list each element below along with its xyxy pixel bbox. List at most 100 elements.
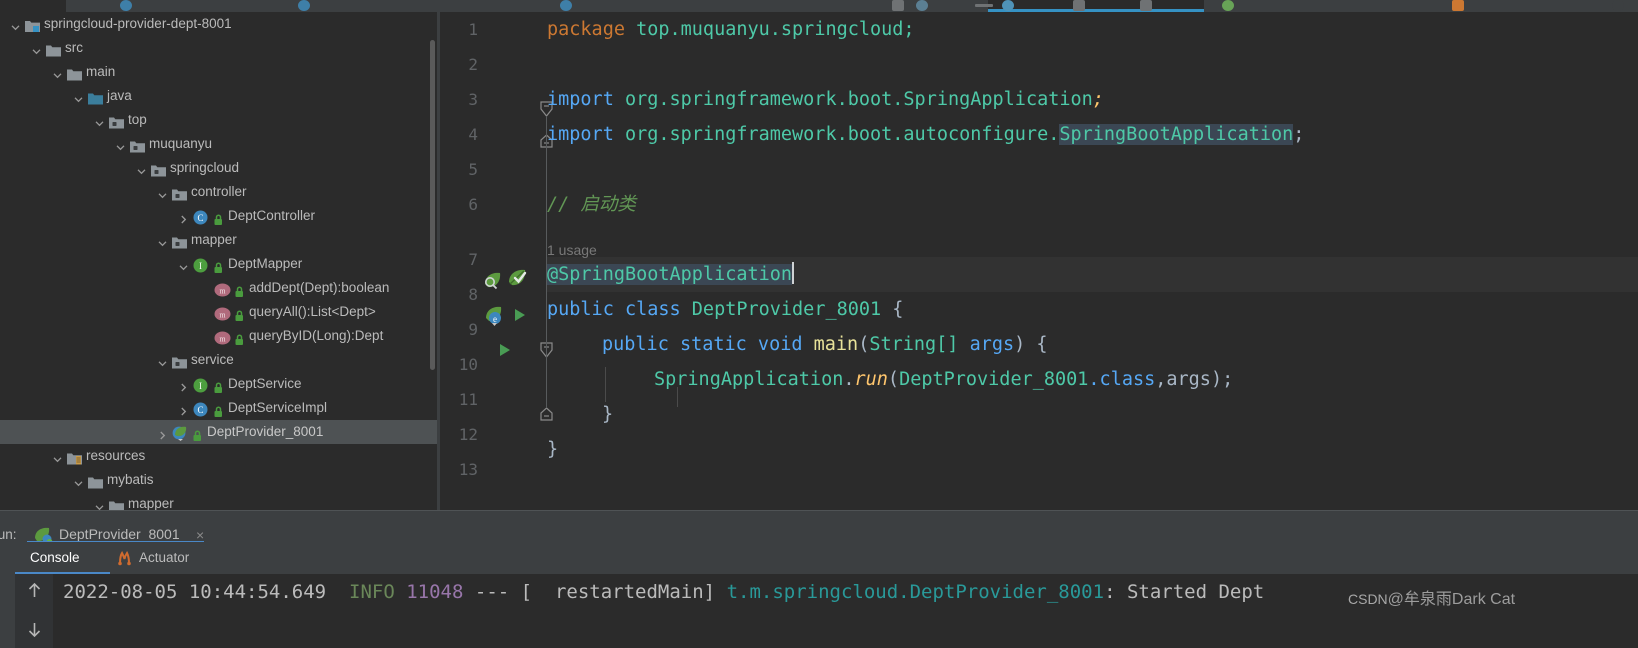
chevron-down-icon[interactable] — [71, 468, 85, 492]
tree-item-mapper[interactable]: mapper — [0, 492, 437, 510]
chevron-down-icon[interactable] — [8, 12, 22, 36]
tree-item-top[interactable]: top — [0, 108, 437, 132]
code-editor[interactable]: 1 2 3 4 5 6 7 8 9 10 11 12 13 e package … — [440, 12, 1638, 510]
chevron-down-icon[interactable] — [50, 60, 64, 84]
class-icon: C — [193, 209, 208, 225]
tree-item-deptmapper[interactable]: I DeptMapper — [0, 252, 437, 276]
tree-item-deptserviceimpl[interactable]: C DeptServiceImpl — [0, 396, 437, 420]
spring-boot-run-icon[interactable]: e — [484, 305, 505, 326]
line-number: 9 — [468, 320, 478, 339]
code-line-8: public class DeptProvider_8001 { — [547, 299, 904, 320]
console-gutter — [15, 574, 53, 648]
svg-text:I: I — [199, 261, 202, 271]
tree-item-label: DeptServiceImpl — [228, 400, 328, 415]
tree-item-muquanyu[interactable]: muquanyu — [0, 132, 437, 156]
tree-item-resources[interactable]: resources — [0, 444, 437, 468]
run-tool-window[interactable]: Run: DeptProvider_8001 × Console Actuato… — [0, 510, 1638, 648]
chevron-down-icon[interactable] — [134, 156, 148, 180]
chevron-down-icon[interactable] — [29, 36, 43, 60]
tree-item-mybatis[interactable]: mybatis — [0, 468, 437, 492]
line-number: 5 — [468, 160, 478, 179]
chevron-down-icon[interactable] — [155, 348, 169, 372]
class-icon: C — [193, 401, 208, 417]
code-line-9: public static void main(String[] args) { — [602, 334, 1048, 355]
chevron-right-icon[interactable] — [155, 420, 169, 444]
run-play-icon-line8[interactable] — [512, 307, 528, 323]
settings-gear-icon[interactable] — [916, 0, 928, 11]
code-line-11: } — [602, 404, 614, 425]
svg-text:e: e — [493, 314, 497, 324]
minimize-icon[interactable] — [975, 4, 993, 7]
collapse-all-icon[interactable] — [1073, 0, 1085, 11]
chevron-down-icon[interactable] — [50, 444, 64, 468]
editor-gutter[interactable]: 1 2 3 4 5 6 7 8 9 10 11 12 13 e — [440, 12, 553, 510]
folder-icon — [109, 497, 124, 510]
pin-icon[interactable] — [1140, 0, 1152, 11]
code-line-3: import org.springframework.boot.SpringAp… — [547, 89, 1104, 110]
tree-item-controller[interactable]: controller — [0, 180, 437, 204]
chevron-right-icon[interactable] — [176, 372, 190, 396]
tree-scrollbar[interactable] — [430, 40, 435, 370]
anchor-icon[interactable] — [892, 0, 904, 11]
tree-item-service[interactable]: service — [0, 348, 437, 372]
tab-console[interactable]: Console — [30, 550, 80, 565]
editor-tab-inactive-3[interactable] — [236, 0, 406, 12]
scroll-down-icon[interactable] — [25, 620, 44, 639]
project-tool-window[interactable]: springcloud-provider-dept-8001 src main jav… — [0, 12, 437, 510]
tree-item-label: addDept(Dept):boolean — [249, 280, 390, 295]
chevron-down-icon[interactable] — [92, 108, 106, 132]
java-class-icon-2 — [298, 0, 310, 11]
editor-tab-inactive-2[interactable] — [66, 0, 236, 12]
resources-folder-icon — [67, 449, 82, 465]
tree-item-deptprovider-8001[interactable]: DeptProvider_8001 — [0, 420, 437, 444]
tree-item-label: springcloud — [170, 160, 240, 175]
tree-item-label: queryByID(Long):Dept — [249, 328, 384, 343]
idea-window: springcloud-provider-dept-8001 src main jav… — [0, 0, 1638, 648]
tree-item-label: mybatis — [107, 472, 154, 487]
chevron-right-icon[interactable] — [176, 396, 190, 420]
tree-item-java[interactable]: java — [0, 84, 437, 108]
chevron-down-icon[interactable] — [92, 492, 106, 510]
svg-text:m: m — [219, 311, 226, 320]
chevron-down-icon[interactable] — [113, 132, 127, 156]
java-class-icon-4 — [1002, 0, 1014, 11]
more-tabs-icon[interactable] — [1612, 0, 1624, 11]
code-line-10: SpringApplication.run(DeptProvider_8001.… — [654, 369, 1234, 390]
public-visibility-icon — [212, 378, 224, 393]
tree-item-adddept-dept-boolean[interactable]: m addDept(Dept):boolean — [0, 276, 437, 300]
spring-bean-search-icon[interactable] — [482, 270, 503, 291]
chevron-right-icon[interactable] — [176, 204, 190, 228]
tree-item-src[interactable]: src — [0, 36, 437, 60]
editor-tab-active[interactable] — [988, 0, 1204, 12]
tree-item-label: springcloud-provider-dept-8001 — [44, 16, 232, 31]
chevron-down-icon[interactable] — [71, 84, 85, 108]
run-play-icon-line9[interactable] — [497, 342, 513, 358]
public-visibility-icon — [233, 306, 245, 321]
tree-item-springcloud-provider-dept-8001[interactable]: springcloud-provider-dept-8001 — [0, 12, 437, 36]
tree-item-queryall-list-dept-[interactable]: m queryAll():List<Dept> — [0, 300, 437, 324]
tab-actuator[interactable]: Actuator — [139, 550, 189, 565]
run-subtabs[interactable]: Console Actuator — [15, 542, 1638, 574]
tree-item-querybyid-long-dept[interactable]: m queryByID(Long):Dept — [0, 324, 437, 348]
editor-tab-inactive-1[interactable] — [0, 0, 66, 12]
code-line-7-annotation: @SpringBootApplication — [547, 262, 795, 285]
folder-icon — [88, 473, 103, 489]
tree-item-label: controller — [191, 184, 247, 199]
line-number: 1 — [468, 20, 478, 39]
spring-boot-check-icon[interactable] — [507, 268, 528, 289]
scroll-up-icon[interactable] — [25, 581, 44, 600]
line-number: 12 — [458, 425, 478, 444]
tree-item-deptcontroller[interactable]: C DeptController — [0, 204, 437, 228]
package-icon — [172, 185, 187, 201]
tree-item-label: queryAll():List<Dept> — [249, 304, 376, 319]
chevron-down-icon[interactable] — [155, 228, 169, 252]
tree-item-deptservice[interactable]: I DeptService — [0, 372, 437, 396]
tree-item-mapper[interactable]: mapper — [0, 228, 437, 252]
tree-item-springcloud[interactable]: springcloud — [0, 156, 437, 180]
chevron-down-icon[interactable] — [176, 252, 190, 276]
module-icon — [25, 17, 40, 32]
chevron-down-icon[interactable] — [155, 180, 169, 204]
tree-item-main[interactable]: main — [0, 60, 437, 84]
code-line-4: import org.springframework.boot.autoconf… — [547, 124, 1305, 145]
code-text-area[interactable]: package top.muquanyu.springcloud; import… — [547, 12, 1638, 510]
